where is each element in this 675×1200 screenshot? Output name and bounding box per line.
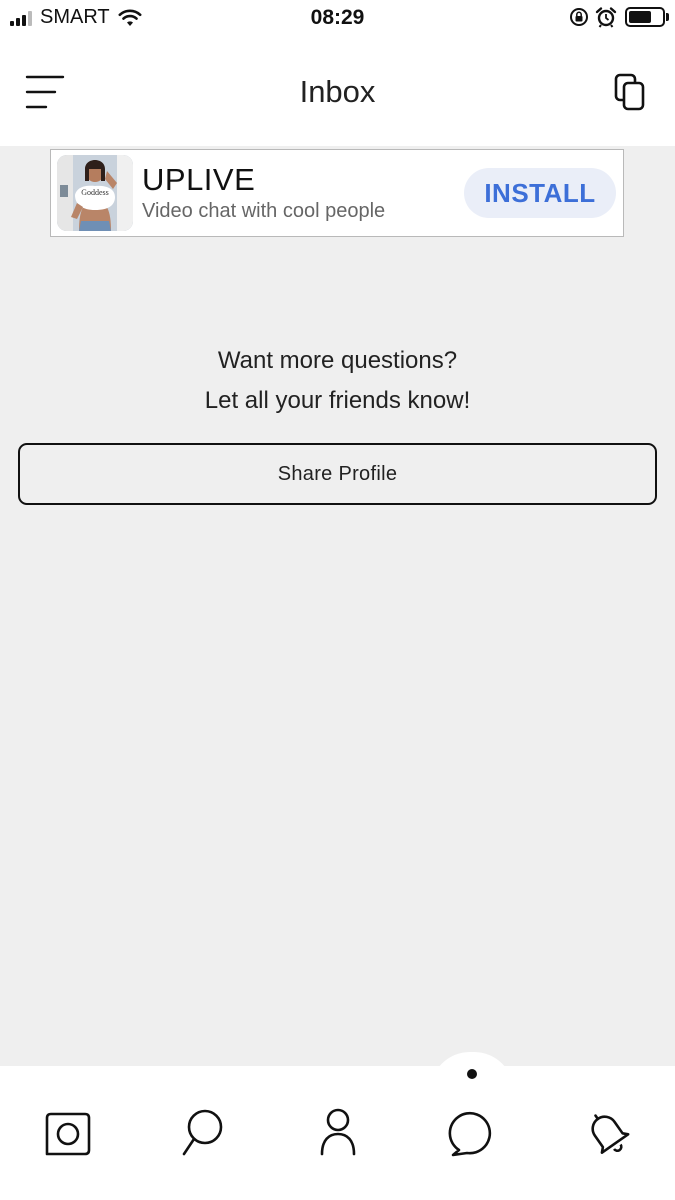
copy-button[interactable] xyxy=(613,72,647,112)
ad-image-shirt-text: Goddess xyxy=(81,188,109,197)
search-icon xyxy=(182,1109,223,1156)
bell-icon xyxy=(591,1114,630,1154)
empty-state-title: Want more questions? xyxy=(217,347,458,374)
ad-title: UPLIVE xyxy=(142,162,256,197)
status-bar: SMART 08:29 xyxy=(0,0,675,40)
profile-icon xyxy=(320,1108,356,1156)
tab-camera[interactable] xyxy=(43,1106,93,1158)
alarm-icon xyxy=(595,7,617,28)
ad-image: Goddess xyxy=(57,155,133,231)
tab-profile[interactable] xyxy=(313,1106,363,1158)
tab-inbox[interactable] xyxy=(447,1106,497,1158)
copy-icon xyxy=(614,73,645,111)
page-title: Inbox xyxy=(299,74,376,109)
rotation-lock-icon xyxy=(570,8,588,26)
share-profile-button[interactable]: Share Profile xyxy=(18,443,657,505)
empty-state-subtitle: Let all your friends know! xyxy=(204,387,471,414)
active-tab-indicator xyxy=(467,1069,477,1079)
status-indicators xyxy=(563,6,669,28)
install-button[interactable]: INSTALL xyxy=(464,168,616,218)
tab-notifications[interactable] xyxy=(582,1106,632,1158)
ad-subtitle: Video chat with cool people xyxy=(142,200,386,222)
tab-search[interactable] xyxy=(178,1106,228,1158)
chat-bubble-icon xyxy=(448,1111,492,1157)
app-header: Inbox xyxy=(0,40,675,146)
battery-level xyxy=(629,11,651,23)
camera-icon xyxy=(45,1112,91,1156)
ad-banner[interactable]: Goddess UPLIVE Video chat with cool peop… xyxy=(50,149,624,237)
battery-icon xyxy=(625,7,669,27)
